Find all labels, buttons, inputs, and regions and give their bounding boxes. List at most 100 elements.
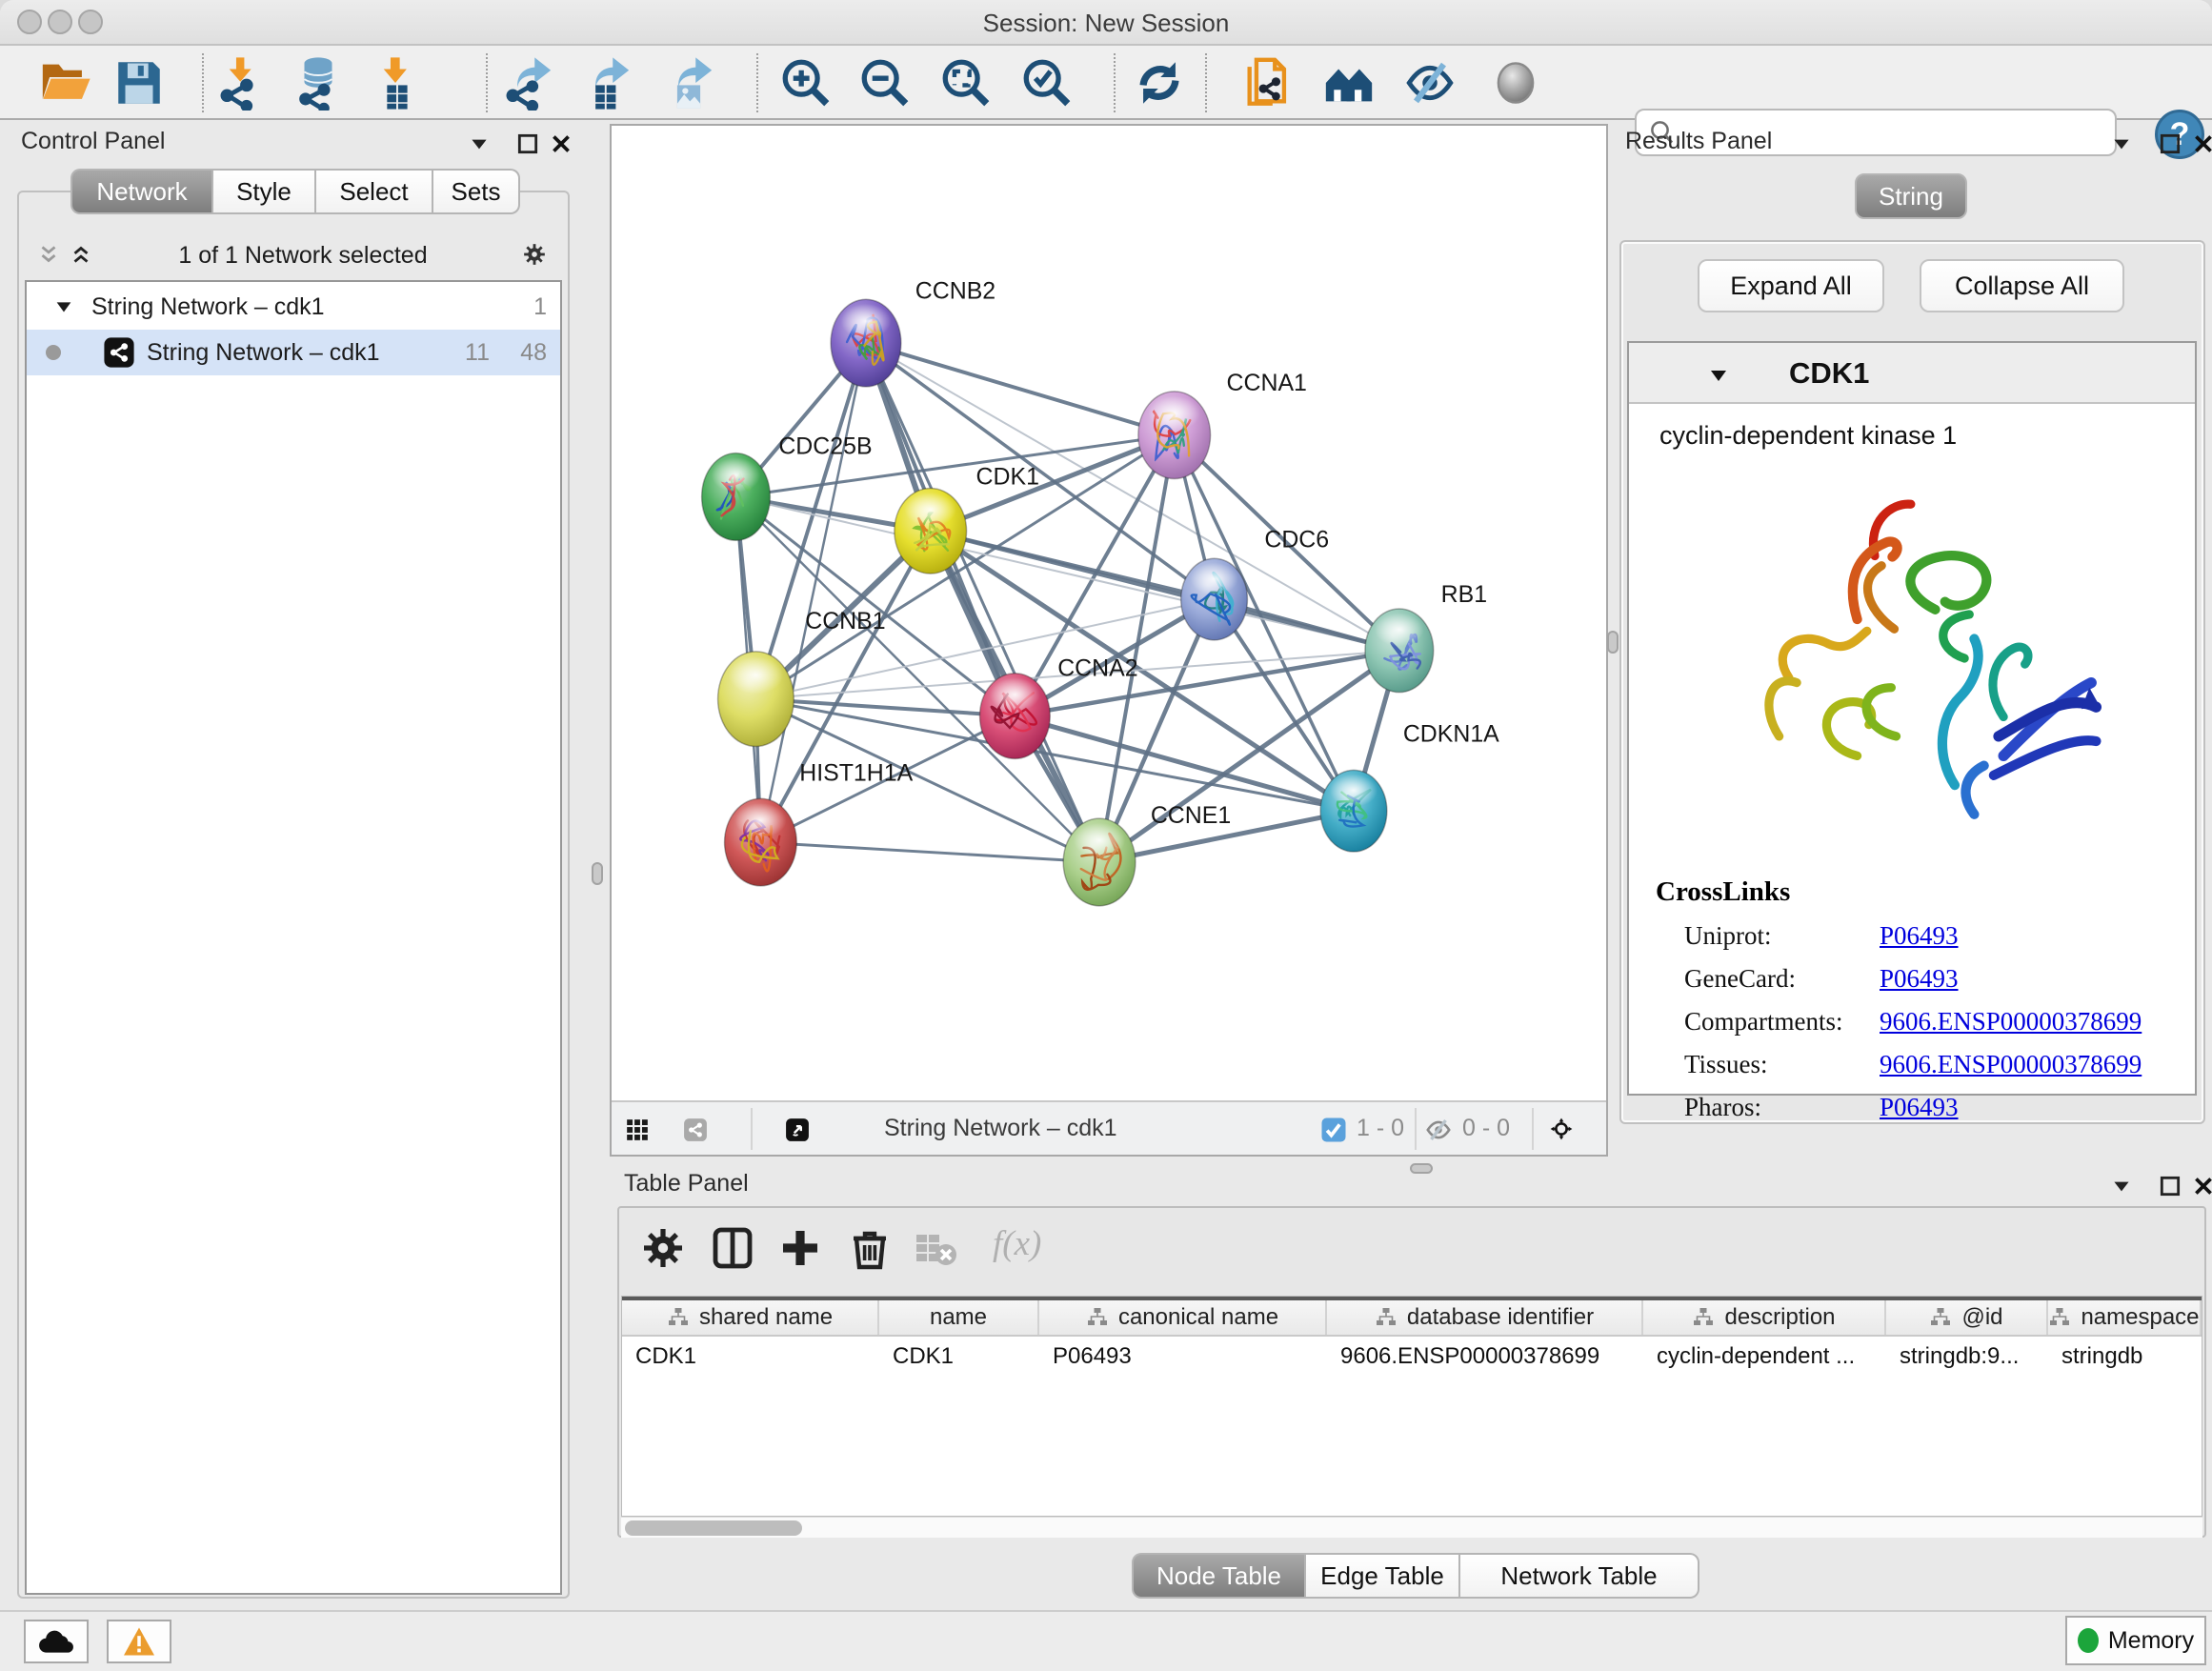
column-header-database-identifier[interactable]: database identifier [1327,1300,1643,1335]
delete-column-button[interactable] [847,1225,893,1271]
result-section-header[interactable]: CDK1 [1629,343,2195,404]
crosslink-value-link[interactable]: 9606.ENSP00000378699 [1880,1007,2142,1037]
memory-status-dot [2078,1628,2099,1653]
tab-node-table[interactable]: Node Table [1132,1553,1305,1599]
cloud-icon [37,1627,75,1656]
network-edge-CCNB2-CCNA1[interactable] [866,343,1175,435]
export-network-icon [500,55,555,111]
import-network-from-database-button[interactable] [291,55,346,111]
selected-checkbox-icon[interactable] [1319,1116,1348,1144]
birdseye-view-button[interactable] [785,1109,827,1151]
expand-all-button[interactable]: Expand All [1698,259,1884,312]
network-node-CCNB1[interactable] [718,652,794,747]
network-node-RB1[interactable] [1365,609,1434,693]
import-network-button[interactable] [214,55,270,111]
application-window: Session: New Session [0,0,2212,1671]
network-node-CDKN1A[interactable] [1320,770,1387,852]
table-panel-menu-button[interactable] [2109,1174,2134,1198]
network-node-CCNE1[interactable] [1063,818,1136,906]
export-network-button[interactable] [500,55,555,111]
tab-sets[interactable]: Sets [432,169,520,214]
show-graphics-details-button[interactable] [1488,55,1543,111]
toolbar-separator [756,53,758,112]
crosslink-value-link[interactable]: P06493 [1880,921,1959,951]
column-header-name[interactable]: name [879,1300,1039,1335]
create-column-button[interactable] [777,1225,823,1271]
control-panel-close-button[interactable] [549,131,573,156]
network-node-CDC6[interactable] [1181,558,1248,640]
string-home-button[interactable] [1321,55,1377,111]
split-panel-button[interactable] [710,1225,755,1271]
column-header-namespace[interactable]: namespace [2048,1300,2202,1335]
table-settings-button[interactable] [640,1225,686,1271]
chevron-down-icon [2109,131,2134,156]
collapse-all-button[interactable]: Collapse All [1920,259,2124,312]
control-panel-float-button[interactable] [515,131,540,156]
tab-edge-table[interactable]: Edge Table [1305,1553,1459,1599]
grid-view-button[interactable] [625,1111,663,1149]
network-node-CDK1[interactable] [895,489,967,574]
network-list-options-button[interactable] [522,236,558,272]
refresh-layout-button[interactable] [1132,55,1187,111]
zoom-out-button[interactable] [857,55,913,111]
collapse-all-networks-button[interactable] [36,242,61,267]
zoom-selected-button[interactable] [1019,55,1075,111]
column-header-description[interactable]: description [1643,1300,1886,1335]
zoom-fit-button[interactable] [938,55,994,111]
network-canvas[interactable]: CCNB2CCNA1CDC25BCDK1CDC6RB1CCNB1CCNA2CDK… [612,126,1606,1100]
cloud-status-button[interactable] [24,1620,89,1663]
import-table-button[interactable] [369,55,424,111]
tab-string[interactable]: String [1855,173,1967,219]
network-tree-root-row[interactable]: String Network – cdk1 1 [27,284,560,330]
string-result-section: CDK1 cyclin-dependent kinase 1 [1627,341,2197,1096]
network-edge-HIST1H1A-CCNE1[interactable] [760,842,1099,862]
results-panel-float-button[interactable] [2158,131,2182,156]
share-icon [683,1117,708,1142]
node-label-CDC6: CDC6 [1264,526,1329,553]
network-edge-CCNB1-CDKN1A[interactable] [755,699,1354,812]
save-session-button[interactable] [111,55,167,111]
open-session-button[interactable] [38,55,93,111]
fit-content-button[interactable] [1549,1107,1593,1151]
export-table-button[interactable] [578,55,633,111]
network-node-HIST1H1A[interactable] [725,798,797,886]
network-node-CDC25B[interactable] [702,453,771,541]
table-panel-float-button[interactable] [2158,1174,2182,1198]
copy-network-button[interactable] [1240,55,1296,111]
network-node-CCNB2[interactable] [831,299,901,387]
table-panel-close-button[interactable] [2191,1174,2212,1198]
tab-network[interactable]: Network [70,169,212,214]
expand-all-networks-button[interactable] [69,242,93,267]
export-image-button[interactable] [661,55,716,111]
column-namespace-icon [1086,1306,1109,1329]
control-panel-menu-button[interactable] [467,131,492,156]
network-node-CCNA1[interactable] [1138,392,1211,479]
memory-button[interactable]: Memory [2065,1616,2206,1665]
control-panel-title: Control Panel [21,128,165,155]
results-panel-menu-button[interactable] [2109,131,2134,156]
table-hscrollbar-thumb[interactable] [625,1520,802,1536]
network-node-CCNA2[interactable] [980,674,1051,759]
crosslink-value-link[interactable]: P06493 [1880,1093,1959,1122]
toggle-enhanced-labels-button[interactable] [1402,55,1458,111]
warning-status-button[interactable] [107,1620,171,1663]
column-header--id[interactable]: @id [1886,1300,2048,1335]
delete-table-button[interactable] [913,1225,958,1271]
tab-select[interactable]: Select [315,169,432,214]
network-share-view-button[interactable] [683,1109,725,1151]
crosslink-value-link[interactable]: 9606.ENSP00000378699 [1880,1050,2142,1079]
function-builder-button[interactable]: f(x) [993,1223,1041,1264]
network-tree-child-row[interactable]: String Network – cdk1 11 48 [27,330,560,375]
table-row[interactable]: CDK1CDK1P064939606.ENSP00000378699cyclin… [622,1337,2202,1377]
left-splitter-handle[interactable] [592,862,603,885]
tab-style[interactable]: Style [212,169,315,214]
column-header-shared-name[interactable]: shared name [622,1300,879,1335]
chevron-double-down-icon [36,242,61,267]
results-panel-close-button[interactable] [2191,131,2212,156]
crosslink-value-link[interactable]: P06493 [1880,964,1959,994]
network-collection-label: String Network – cdk1 [91,293,325,321]
zoom-in-button[interactable] [778,55,834,111]
tab-network-table[interactable]: Network Table [1459,1553,1699,1599]
toolbar-separator [1114,53,1116,112]
column-header-canonical-name[interactable]: canonical name [1039,1300,1327,1335]
